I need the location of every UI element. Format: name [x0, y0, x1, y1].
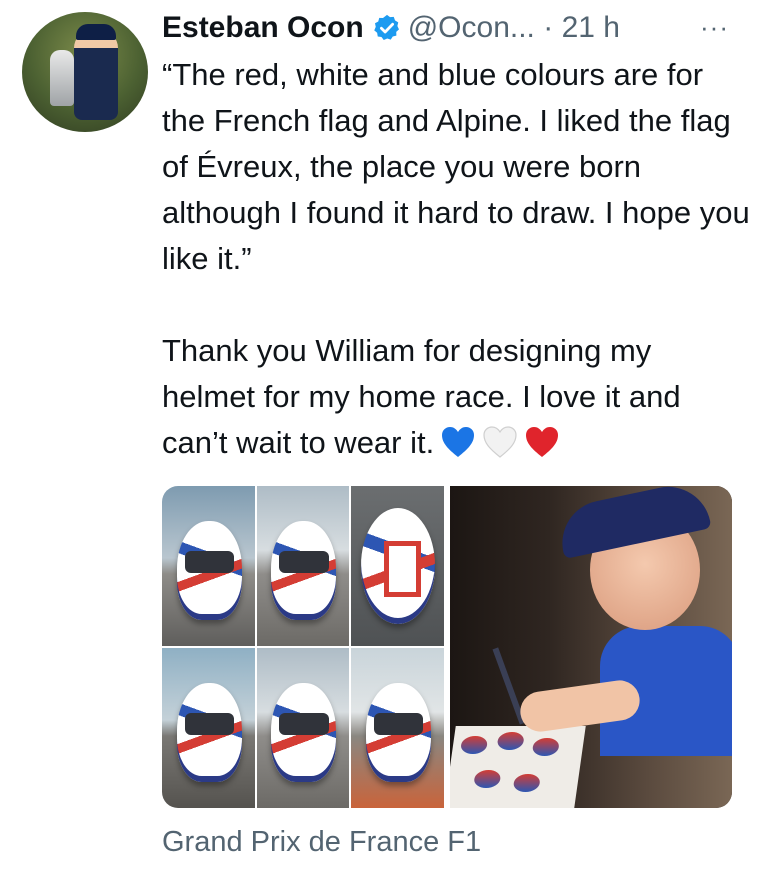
red-heart-icon	[526, 427, 559, 457]
separator-dot: ·	[543, 11, 554, 44]
tweet-time[interactable]: 21 h	[562, 11, 620, 44]
helmet-photo-5	[256, 648, 350, 808]
handle-text: @Ocon...	[407, 11, 535, 44]
author-handle[interactable]: @Ocon... · 21 h	[408, 11, 620, 45]
tweet-paragraph-thanks: Thank you William for designing my helme…	[162, 328, 752, 466]
helmet-photo-4	[162, 648, 255, 808]
more-options-icon[interactable]: ···	[700, 12, 729, 43]
tweet-media	[162, 486, 732, 808]
trophy-image	[50, 50, 74, 106]
helmet-photos-image[interactable]	[162, 486, 444, 808]
author-avatar[interactable]	[22, 12, 148, 132]
tweet-header: Esteban Ocon @Ocon... · 21 h	[162, 8, 620, 48]
driver-image	[74, 30, 118, 120]
location-tag[interactable]: Grand Prix de France F1	[162, 826, 481, 859]
helmet-photo-3	[351, 486, 444, 646]
author-name[interactable]: Esteban Ocon	[162, 11, 364, 45]
tweet-text: “The red, white and blue colours are for…	[162, 52, 752, 466]
helmet-photo-6	[351, 648, 444, 808]
white-heart-icon	[483, 426, 517, 458]
cap-image	[76, 24, 116, 40]
tweet[interactable]: Esteban Ocon @Ocon... · 21 h ··· “The re…	[0, 0, 770, 882]
tweet-paragraph-quote: “The red, white and blue colours are for…	[162, 57, 759, 276]
helmet-photo-1	[162, 486, 255, 646]
verified-badge-icon	[373, 14, 399, 40]
tweet-paragraph-thanks-text: Thank you William for designing my helme…	[162, 333, 690, 460]
boy-drawing-photo-image[interactable]	[450, 486, 732, 808]
helmet-photo-2	[256, 486, 350, 646]
blue-heart-icon	[442, 427, 475, 457]
